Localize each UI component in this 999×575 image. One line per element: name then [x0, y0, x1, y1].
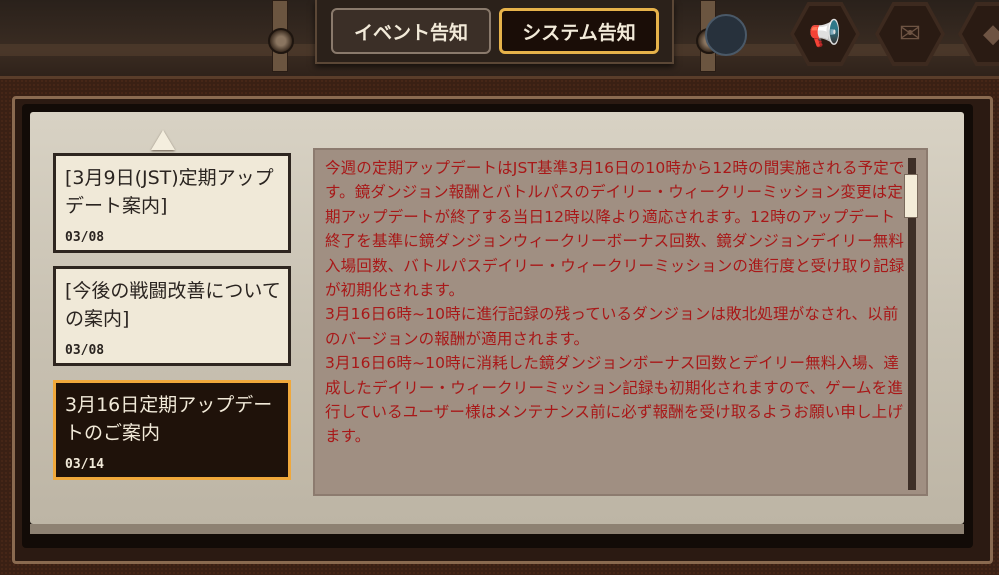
notice-date: 03/08	[65, 343, 105, 358]
left-knob-icon	[268, 28, 294, 54]
notice-title: [今後の戦闘改善についての案内]	[65, 280, 281, 330]
notice-date: 03/14	[65, 457, 105, 472]
up-arrow-icon[interactable]	[151, 130, 175, 150]
notice-list-item[interactable]: [今後の戦闘改善についての案内] 03/08	[53, 266, 291, 366]
tab-bar: イベント告知 システム告知	[315, 0, 674, 64]
notice-list-item[interactable]: [3月9日(JST)定期アップデート案内] 03/08	[53, 153, 291, 253]
panel-bottom-edge	[30, 524, 964, 534]
notice-paragraph: 3月16日6時~10時に消耗した鏡ダンジョンボーナス回数とデイリー無料入場、達成…	[325, 354, 903, 446]
notice-content-box: 今週の定期アップデートはJST基準3月16日の10時から12時の間実施される予定…	[313, 148, 928, 496]
tab-system-notice[interactable]: システム告知	[499, 8, 659, 54]
notice-list-item-selected[interactable]: 3月16日定期アップデートのご案内 03/14	[53, 380, 291, 480]
emblem-icon	[705, 14, 747, 56]
notice-paragraph: 3月16日6時~10時に進行記録の残っているダンジョンは敗北処理がなされ、以前の…	[325, 305, 899, 348]
scrollbar-thumb[interactable]	[904, 174, 918, 218]
notice-body: 今週の定期アップデートはJST基準3月16日の10時から12時の間実施される予定…	[325, 156, 905, 449]
notice-title: [3月9日(JST)定期アップデート案内]	[65, 167, 274, 217]
notice-date: 03/08	[65, 230, 105, 245]
tab-event-notice[interactable]: イベント告知	[331, 8, 491, 54]
notice-title: 3月16日定期アップデートのご案内	[65, 394, 273, 444]
notice-paragraph: 今週の定期アップデートはJST基準3月16日の10時から12時の間実施される予定…	[325, 159, 905, 300]
